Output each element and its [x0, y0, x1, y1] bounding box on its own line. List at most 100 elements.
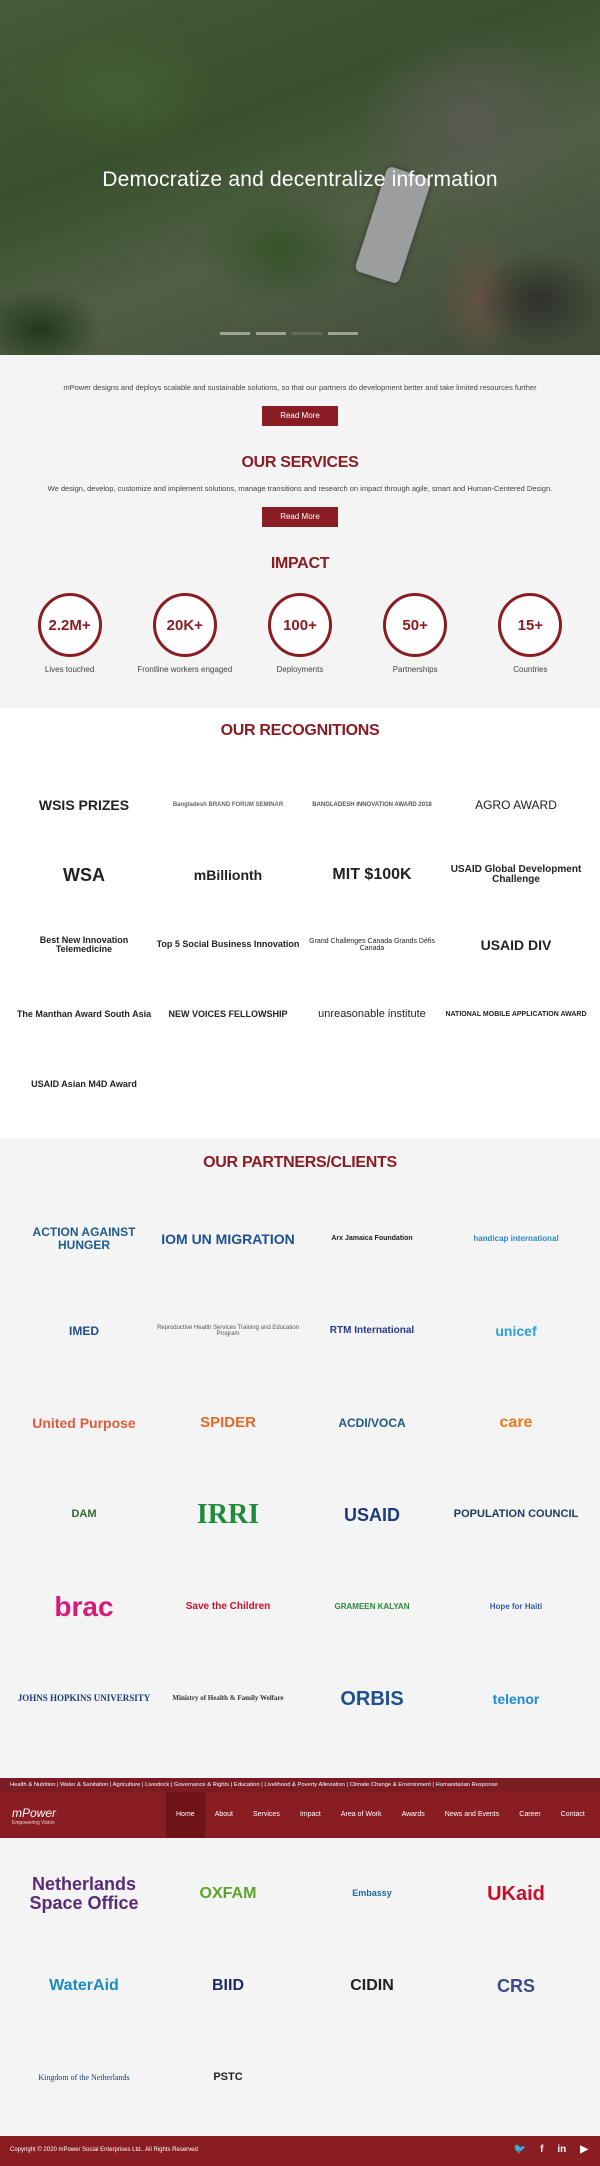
hero-headline: Democratize and decentralize information [102, 168, 498, 191]
nav-item-services[interactable]: Services [243, 1792, 290, 1838]
partner-logo-grameen-kalyan: GRAMEEN KALYAN [334, 1601, 410, 1611]
slider-dot[interactable] [220, 332, 250, 335]
partner-logo-aah: ACTION AGAINST HUNGER [32, 1225, 136, 1252]
nav-menu: Home About Services Impact Area of Work … [166, 1792, 595, 1838]
impact-label: Frontline workers engaged [137, 665, 233, 674]
nav-item-area-of-work[interactable]: Area of Work [331, 1792, 392, 1838]
intro-read-more-button[interactable]: Read More [262, 406, 338, 426]
award-logo-manthan: The Manthan Award South Asia [16, 1009, 152, 1020]
award-logo-gdc: USAID Global Development Challenge [450, 863, 582, 885]
services-title: OUR SERVICES [241, 454, 359, 471]
nav-item-impact[interactable]: Impact [290, 1792, 331, 1838]
services-text: We design, develop, customize and implem… [47, 484, 553, 493]
partner-logo-nso: Netherlands Space Office [29, 1874, 139, 1913]
impact-label: Partnerships [392, 665, 438, 674]
award-logo-agro: AGRO AWARD [475, 797, 557, 812]
intro-text: mPower designs and deploys scalable and … [63, 383, 537, 392]
partner-logo-imed: IMED [69, 1323, 99, 1338]
linkedin-icon[interactable]: in [557, 2144, 566, 2155]
services-section: OUR SERVICES We design, develop, customi… [0, 454, 600, 527]
partner-logo-johns-hopkins: JOHNS HOPKINS UNIVERSITY [17, 1693, 151, 1704]
partner-logo-wateraid: WaterAid [49, 1976, 119, 1994]
partner-logo-population-council: POPULATION COUNCIL [453, 1508, 579, 1521]
impact-label: Deployments [276, 665, 324, 674]
footer: Copyright © 2020 mPower Social Enterpris… [0, 2136, 600, 2166]
partner-logo-irri: IRRI [196, 1499, 260, 1531]
nav-item-awards[interactable]: Awards [392, 1792, 435, 1838]
award-logo-mobile-app: NATIONAL MOBILE APPLICATION AWARD [445, 1011, 587, 1019]
partner-logo-usaid: USAID [343, 1504, 400, 1525]
main-navbar: mPower Empowering Vision Home About Serv… [0, 1792, 600, 1838]
partner-logo-telenor: telenor [492, 1690, 540, 1707]
recognitions-section: OUR RECOGNITIONS WSIS PRIZES Bangladesh … [0, 708, 600, 1138]
impact-label: Countries [513, 665, 548, 674]
brand-tagline: Empowering Vision [12, 1820, 55, 1826]
slider-dots [220, 332, 358, 335]
partner-logo-iom: IOM UN MIGRATION [161, 1230, 295, 1247]
partner-logo-rtm: RTM International [329, 1324, 415, 1336]
award-logo-wsis: WSIS PRIZES [38, 796, 130, 813]
hero-slider: Democratize and decentralize information [0, 0, 600, 355]
partner-logo-acdivoca: ACDI/VOCA [338, 1415, 406, 1430]
partners-title: OUR PARTNERS/CLIENTS [203, 1154, 397, 1171]
partner-logo-pstc: PSTC [213, 2071, 243, 2084]
impact-stat: 15+ Countries [475, 593, 585, 674]
award-logo-mit: MIT $100K [332, 865, 412, 883]
topic-bar: Health & Nutrition | Water & Sanitation … [0, 1778, 600, 1792]
nav-item-contact[interactable]: Contact [551, 1792, 595, 1838]
nav-item-career[interactable]: Career [509, 1792, 550, 1838]
copyright-text: Copyright © 2020 mPower Social Enterpris… [10, 2147, 198, 2153]
partner-logo-brac: brac [54, 1591, 114, 1623]
slider-dot[interactable] [292, 332, 322, 335]
impact-stat: 20K+ Frontline workers engaged [130, 593, 240, 674]
partner-logo-spider: SPIDER [200, 1414, 256, 1432]
facebook-icon[interactable]: f [540, 2144, 543, 2155]
impact-label: Lives touched [44, 665, 95, 674]
award-logo-new-voices: NEW VOICES FELLOWSHIP [168, 1009, 288, 1020]
twitter-icon[interactable]: 🐦 [514, 2144, 526, 2155]
slider-dot[interactable] [328, 332, 358, 335]
impact-title: IMPACT [270, 555, 330, 572]
partner-logo-united-purpose: United Purpose [32, 1414, 136, 1431]
nav-item-about[interactable]: About [205, 1792, 243, 1838]
brand-name: mPower [12, 1806, 57, 1820]
partner-logo-arx: Arx Jamaica Foundation [331, 1235, 413, 1243]
services-read-more-button[interactable]: Read More [262, 507, 338, 527]
recognitions-grid: WSIS PRIZES Bangladesh BRAND FORUM SEMIN… [12, 770, 588, 1120]
partner-logo-embassy: Embassy [352, 1888, 392, 1899]
partners-grid-continued: Netherlands Space Office OXFAM Embassy U… [12, 1848, 588, 2124]
partner-logo-rhsteep: Reproductive Health Services Training an… [156, 1324, 300, 1337]
partner-logo-unicef: unicef [495, 1322, 537, 1339]
impact-value: 15+ [498, 593, 563, 657]
slider-dot[interactable] [256, 332, 286, 335]
partner-logo-cidin: CIDIN [350, 1976, 394, 1994]
award-logo-asian-m4d: USAID Asian M4D Award [31, 1079, 137, 1090]
nav-item-news-and-events[interactable]: News and Events [435, 1792, 509, 1838]
award-logo-innovation: BANGLADESH INNOVATION AWARD 2018 [312, 801, 432, 808]
youtube-icon[interactable]: ▶ [580, 2144, 588, 2155]
partner-logo-save-the-children: Save the Children [185, 1600, 271, 1612]
award-logo-unreasonable: unreasonable institute [318, 1008, 426, 1021]
award-logo-grand-challenges: Grand Challenges Canada Grands Défis Can… [309, 937, 435, 952]
impact-stats: 2.2M+ Lives touched 20K+ Frontline worke… [0, 593, 600, 674]
partners-grid: ACTION AGAINST HUNGER IOM UN MIGRATION A… [12, 1193, 588, 1745]
impact-value: 2.2M+ [37, 593, 102, 657]
nav-item-home[interactable]: Home [166, 1792, 205, 1838]
partner-logo-orbis: ORBIS [340, 1687, 404, 1710]
partner-logo-dam: DAM [71, 1508, 97, 1521]
award-logo-wsa: WSA [63, 864, 105, 885]
impact-value: 50+ [383, 593, 448, 657]
partner-logo-ukaid: UKaid [487, 1882, 545, 1905]
partner-logo-kingdom-netherlands: Kingdom of the Netherlands [38, 2072, 130, 2082]
brand-logo[interactable]: mPower Empowering Vision [12, 1806, 56, 1826]
impact-value: 20K+ [152, 593, 217, 657]
partner-logo-hope-for-haiti: Hope for Haiti [489, 1601, 543, 1611]
social-links: 🐦 f in ▶ [514, 2144, 588, 2155]
award-logo-mbillionth: mBillionth [193, 866, 263, 883]
intro-section: mPower designs and deploys scalable and … [0, 355, 600, 426]
impact-value: 100+ [267, 593, 332, 657]
impact-stat: 100+ Deployments [245, 593, 355, 674]
impact-section: IMPACT 2.2M+ Lives touched 20K+ Frontlin… [0, 555, 600, 674]
impact-stat: 50+ Partnerships [360, 593, 470, 674]
partner-logo-care: care [499, 1413, 533, 1431]
